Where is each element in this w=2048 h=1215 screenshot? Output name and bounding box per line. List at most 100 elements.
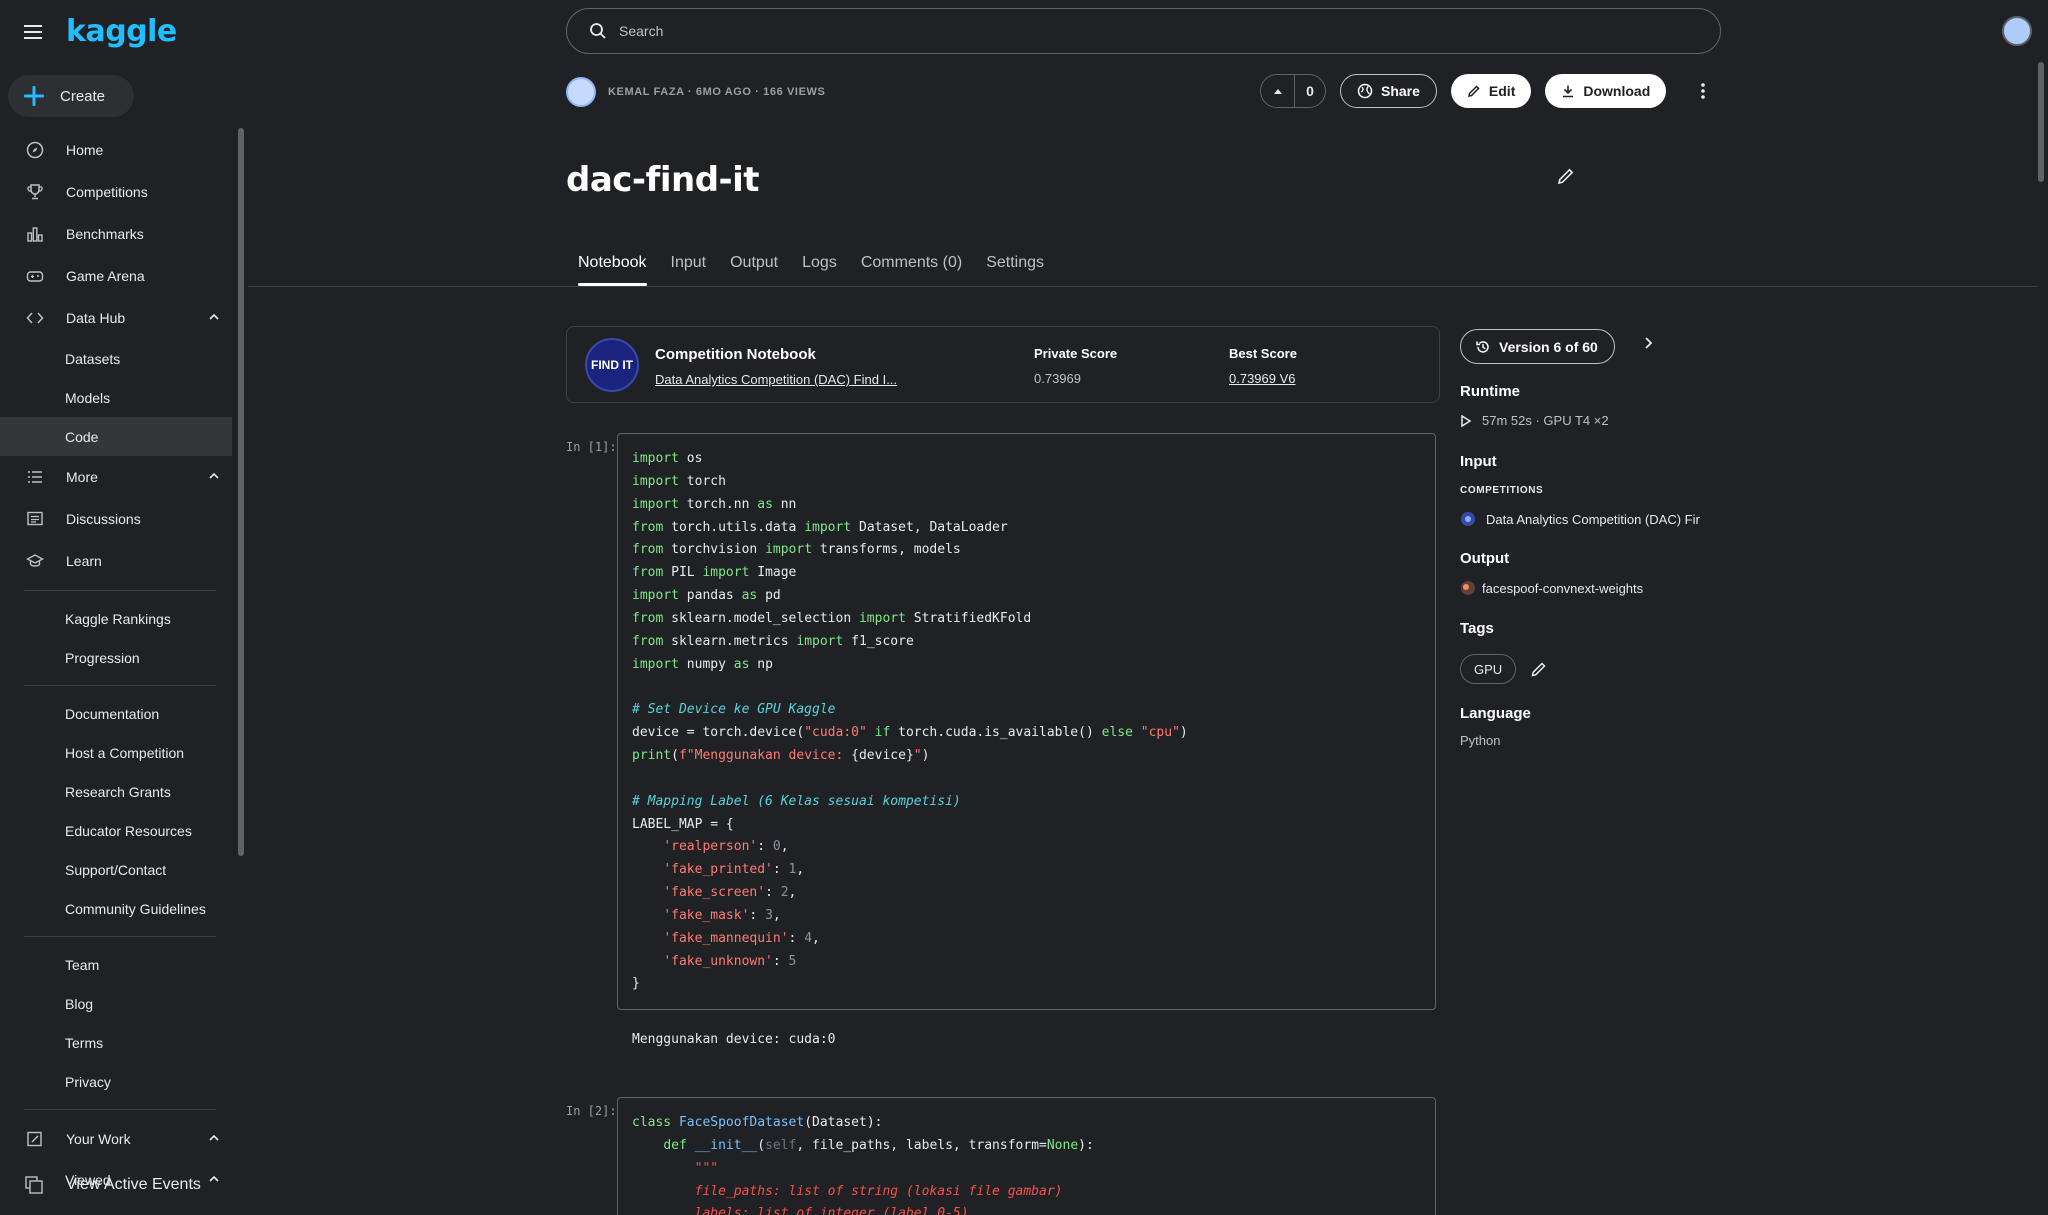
compass-icon [26,141,44,159]
sidebar-item-team[interactable]: Team [0,945,232,984]
upvote-button[interactable] [1261,75,1295,107]
tag-chip-gpu[interactable]: GPU [1460,654,1517,684]
cell-prompt: In [1]: [566,440,617,454]
copy-icon [24,1175,44,1195]
page-title: dac-find-it [566,160,760,200]
code-cell[interactable]: import os import torch import torch.nn a… [617,433,1436,1010]
kaggle-logo[interactable]: kaggle [66,14,177,49]
upvote-control: 0 [1260,74,1326,108]
code-cell[interactable]: class FaceSpoofDataset(Dataset): def __i… [617,1097,1436,1215]
brand: kaggle [24,14,177,49]
tags-row: GPU [1460,654,1548,684]
search-input[interactable] [619,23,1619,39]
chevron-up-icon[interactable] [208,1132,220,1144]
sidebar-item-home[interactable]: Home [0,129,232,171]
view-active-events-button[interactable]: View Active Events [24,1175,201,1195]
tab-settings[interactable]: Settings [974,248,1056,286]
input-competition-name: Data Analytics Competition (DAC) Fir [1486,511,1700,527]
sidebar-item-terms[interactable]: Terms [0,1023,232,1062]
vote-count: 0 [1306,83,1314,99]
code-brackets-icon [26,309,44,327]
download-icon [1561,84,1575,98]
menu-icon[interactable] [24,24,44,40]
share-label: Share [1381,83,1420,99]
code-block: import os import torch import torch.nn a… [632,451,1188,992]
tab-input[interactable]: Input [659,248,719,286]
chevron-right-icon[interactable] [1643,335,1655,351]
sidebar-item-discussions[interactable]: Discussions [0,498,232,540]
competitions-subheading: COMPETITIONS [1460,485,1544,496]
best-score-link[interactable]: 0.73969 V6 [1229,371,1297,386]
notebook-meta: KEMAL FAZA · 6MO AGO · 166 VIEWS [566,77,825,107]
trophy-icon [26,183,44,201]
sidebar-item-learn[interactable]: Learn [0,540,232,582]
user-avatar[interactable] [2002,16,2032,46]
discussion-icon [26,510,44,528]
gamepad-icon [26,267,44,285]
sidebar-item-data-hub[interactable]: Data Hub [0,297,232,339]
sidebar-item-datasets[interactable]: Datasets [0,339,232,378]
sidebar-item-documentation[interactable]: Documentation [0,694,232,733]
input-competition-item[interactable]: Data Analytics Competition (DAC) Fir [1460,511,1700,527]
create-button[interactable]: Create [8,75,134,117]
private-score-value: 0.73969 [1034,371,1081,386]
sidebar-divider [24,590,216,591]
language-heading: Language [1460,705,1531,722]
sidebar-divider [24,1109,216,1110]
runtime-value: 57m 52s · GPU T4 ×2 [1482,413,1609,428]
download-label: Download [1583,83,1651,99]
history-icon [1475,339,1491,355]
tab-comments[interactable]: Comments (0) [849,248,974,286]
sidebar-divider [24,685,216,686]
tab-logs[interactable]: Logs [790,248,849,286]
graduation-cap-icon [26,552,44,570]
download-button[interactable]: Download [1545,74,1667,108]
tab-notebook[interactable]: Notebook [566,248,659,286]
pencil-icon [1467,84,1481,98]
sidebar-item-community-guidelines[interactable]: Community Guidelines [0,889,232,928]
version-button[interactable]: Version 6 of 60 [1460,329,1615,364]
edit-label: Edit [1488,83,1516,99]
search-bar[interactable] [566,8,1721,54]
sidebar-item-support-contact[interactable]: Support/Contact [0,850,232,889]
chevron-up-icon[interactable] [208,470,220,482]
sidebar-item-label: Game Arena [66,268,145,284]
sidebar-item-more[interactable]: More [0,456,232,498]
chevron-up-icon[interactable] [208,311,220,323]
sidebar-item-educator-resources[interactable]: Educator Resources [0,811,232,850]
more-vert-icon[interactable] [1700,82,1706,100]
sidebar-item-your-work[interactable]: Your Work [0,1118,232,1160]
sidebar-item-label: Home [66,142,104,158]
edit-tags-icon[interactable] [1530,660,1548,678]
sidebar-item-privacy[interactable]: Privacy [0,1062,232,1101]
sidebar-divider [24,936,216,937]
sidebar-item-game-arena[interactable]: Game Arena [0,255,232,297]
tabs-divider [248,286,2038,287]
output-item[interactable]: facespoof-convnext-weights [1460,580,1643,596]
sidebar-item-benchmarks[interactable]: Benchmarks [0,213,232,255]
best-score: Best Score 0.73969 V6 [1229,346,1297,386]
author-avatar[interactable] [566,77,596,107]
edit-title-icon[interactable] [1556,166,1576,186]
sidebar-item-kaggle-rankings[interactable]: Kaggle Rankings [0,599,232,638]
share-button[interactable]: Share [1340,74,1437,108]
page-scrollbar[interactable] [2038,62,2044,182]
sidebar-scrollbar[interactable] [238,128,244,856]
sidebar-item-blog[interactable]: Blog [0,984,232,1023]
sidebar-nav: Home Competitions Benchmarks Game Arena … [0,129,232,1199]
sidebar-item-models[interactable]: Models [0,378,232,417]
sidebar-item-competitions[interactable]: Competitions [0,171,232,213]
sidebar-item-label: Your Work [66,1131,131,1147]
sidebar-item-research-grants[interactable]: Research Grants [0,772,232,811]
language-value: Python [1460,733,1501,748]
sidebar-item-host-competition[interactable]: Host a Competition [0,733,232,772]
chevron-up-icon[interactable] [208,1173,220,1185]
edit-button[interactable]: Edit [1450,74,1532,108]
play-icon[interactable] [1460,414,1472,428]
sidebar-item-code[interactable]: Code [0,417,232,456]
sidebar-item-label: Benchmarks [66,226,144,242]
sidebar-item-progression[interactable]: Progression [0,638,232,677]
tab-output[interactable]: Output [718,248,790,286]
competition-link[interactable]: Data Analytics Competition (DAC) Find I.… [655,372,897,387]
runtime-info: 57m 52s · GPU T4 ×2 [1460,413,1609,428]
